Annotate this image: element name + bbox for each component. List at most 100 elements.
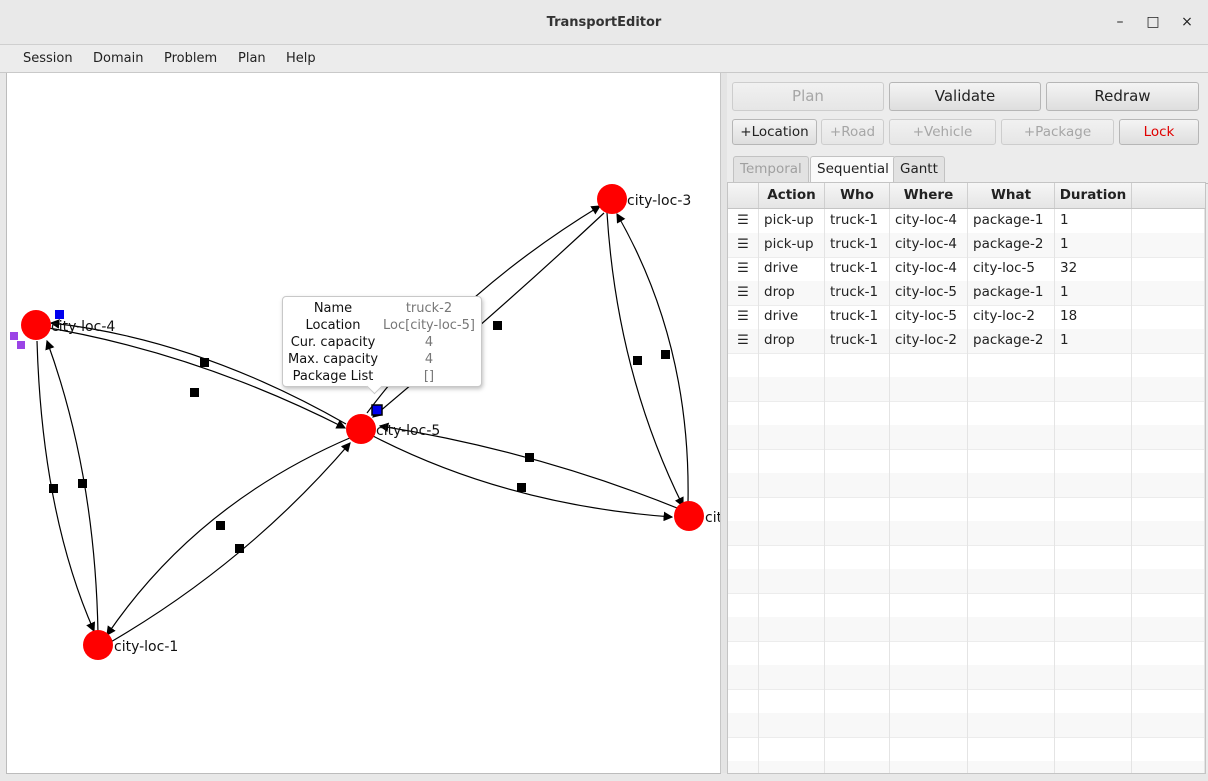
table-row[interactable]: ☰ drive truck-1 city-loc-4 city-loc-5 32	[728, 257, 1205, 282]
location-node[interactable]	[346, 414, 376, 444]
column-header-what[interactable]: What	[968, 183, 1055, 208]
empty-cell	[890, 737, 968, 761]
road-edge[interactable]	[106, 436, 353, 636]
empty-cell	[1132, 209, 1205, 233]
add-road-button[interactable]: +Road	[821, 119, 884, 145]
add-vehicle-button[interactable]: +Vehicle	[889, 119, 996, 145]
drag-handle-icon[interactable]: ☰	[728, 209, 759, 233]
redraw-button[interactable]: Redraw	[1046, 82, 1199, 111]
lock-button[interactable]: Lock	[1119, 119, 1199, 145]
table-row[interactable]: ☰ drop truck-1 city-loc-2 package-2 1	[728, 329, 1205, 354]
empty-cell	[728, 617, 759, 641]
tab-gantt[interactable]: Gantt	[893, 156, 945, 182]
what-cell: city-loc-2	[968, 305, 1055, 329]
where-cell: city-loc-4	[890, 209, 968, 233]
road-marker[interactable]	[493, 321, 502, 330]
tooltip-package-list-value: []	[423, 369, 435, 384]
empty-cell	[1132, 593, 1205, 617]
road-marker[interactable]	[661, 350, 670, 359]
drag-handle-icon[interactable]: ☰	[728, 233, 759, 257]
tooltip-cur-capacity-value: 4	[424, 335, 434, 350]
road-marker[interactable]	[235, 544, 244, 553]
tooltip-max-capacity-value: 4	[424, 352, 434, 367]
road-marker[interactable]	[216, 521, 225, 530]
table-row[interactable]: ☰ pick-up truck-1 city-loc-4 package-2 1	[728, 233, 1205, 258]
empty-cell	[1132, 305, 1205, 329]
road-edge[interactable]	[616, 212, 689, 504]
empty-cell	[759, 617, 825, 641]
location-label: city-loc-5	[376, 423, 440, 439]
road-marker[interactable]	[525, 453, 534, 462]
menu-session[interactable]: Session	[23, 51, 73, 66]
window-title: TransportEditor	[546, 15, 662, 30]
road-marker[interactable]	[633, 356, 642, 365]
location-node[interactable]	[21, 310, 51, 340]
road-marker[interactable]	[78, 479, 87, 488]
tooltip-package-list-label: Package List	[292, 369, 374, 384]
menu-plan[interactable]: Plan	[238, 51, 266, 66]
add-location-button[interactable]: +Location	[732, 119, 817, 145]
package-marker[interactable]	[10, 332, 18, 340]
duration-cell: 32	[1055, 257, 1132, 281]
location-node[interactable]	[83, 630, 113, 660]
empty-cell	[759, 761, 825, 773]
empty-cell	[890, 425, 968, 449]
maximize-icon[interactable]: □	[1143, 12, 1163, 32]
empty-cell	[1132, 257, 1205, 281]
drag-handle-icon[interactable]: ☰	[728, 281, 759, 305]
validate-button[interactable]: Validate	[889, 82, 1041, 111]
who-cell: truck-1	[825, 329, 890, 353]
menu-help[interactable]: Help	[286, 51, 316, 66]
table-row[interactable]: ☰ drive truck-1 city-loc-5 city-loc-2 18	[728, 305, 1205, 330]
menu-domain[interactable]: Domain	[93, 51, 143, 66]
graph-canvas[interactable]: city-loc-3 city-loc-4 city-loc-5 city-lo…	[6, 73, 721, 774]
table-row[interactable]: ☰ pick-up truck-1 city-loc-4 package-1 1	[728, 209, 1205, 234]
location-node[interactable]	[674, 501, 704, 531]
column-header-action[interactable]: Action	[759, 183, 825, 208]
road-marker[interactable]	[190, 388, 199, 397]
location-label: city-loc-4	[51, 319, 115, 335]
duration-cell: 1	[1055, 281, 1132, 305]
package-marker[interactable]	[17, 341, 25, 349]
menu-problem[interactable]: Problem	[164, 51, 217, 66]
empty-cell	[1132, 425, 1205, 449]
table-row	[728, 497, 1205, 522]
road-edge[interactable]	[108, 442, 351, 644]
where-cell: city-loc-4	[890, 233, 968, 257]
drag-handle-icon[interactable]: ☰	[728, 257, 759, 281]
graph-svg[interactable]: city-loc-3 city-loc-4 city-loc-5 city-lo…	[7, 73, 721, 773]
duration-cell: 1	[1055, 233, 1132, 257]
table-row[interactable]: ☰ drop truck-1 city-loc-5 package-1 1	[728, 281, 1205, 306]
column-header-where[interactable]: Where	[890, 183, 968, 208]
empty-cell	[1055, 449, 1132, 473]
empty-cell	[1132, 377, 1205, 401]
empty-cell	[890, 545, 968, 569]
road-marker[interactable]	[49, 484, 58, 493]
empty-cell	[890, 521, 968, 545]
empty-cell	[968, 713, 1055, 737]
column-header-who[interactable]: Who	[825, 183, 890, 208]
empty-cell	[1055, 641, 1132, 665]
add-package-button[interactable]: +Package	[1001, 119, 1114, 145]
tab-temporal[interactable]: Temporal	[733, 156, 809, 182]
road-edge[interactable]	[372, 435, 674, 522]
empty-cell	[1132, 761, 1205, 773]
column-header-duration[interactable]: Duration	[1055, 183, 1132, 208]
drag-handle-icon[interactable]: ☰	[728, 305, 759, 329]
table-row	[728, 473, 1205, 498]
tab-sequential[interactable]: Sequential	[810, 156, 896, 183]
empty-cell	[759, 641, 825, 665]
plan-button[interactable]: Plan	[732, 82, 884, 111]
road-marker[interactable]	[200, 358, 209, 367]
drag-handle-icon[interactable]: ☰	[728, 329, 759, 353]
where-cell: city-loc-2	[890, 329, 968, 353]
location-node[interactable]	[597, 184, 627, 214]
empty-cell	[1055, 593, 1132, 617]
road-marker[interactable]	[517, 483, 526, 492]
close-icon[interactable]: ×	[1177, 12, 1197, 32]
vehicle-marker[interactable]	[55, 310, 64, 319]
table-row	[728, 593, 1205, 618]
vehicle-marker-selected[interactable]	[371, 404, 383, 416]
road-edge[interactable]	[606, 212, 684, 508]
minimize-icon[interactable]: –	[1110, 12, 1130, 32]
